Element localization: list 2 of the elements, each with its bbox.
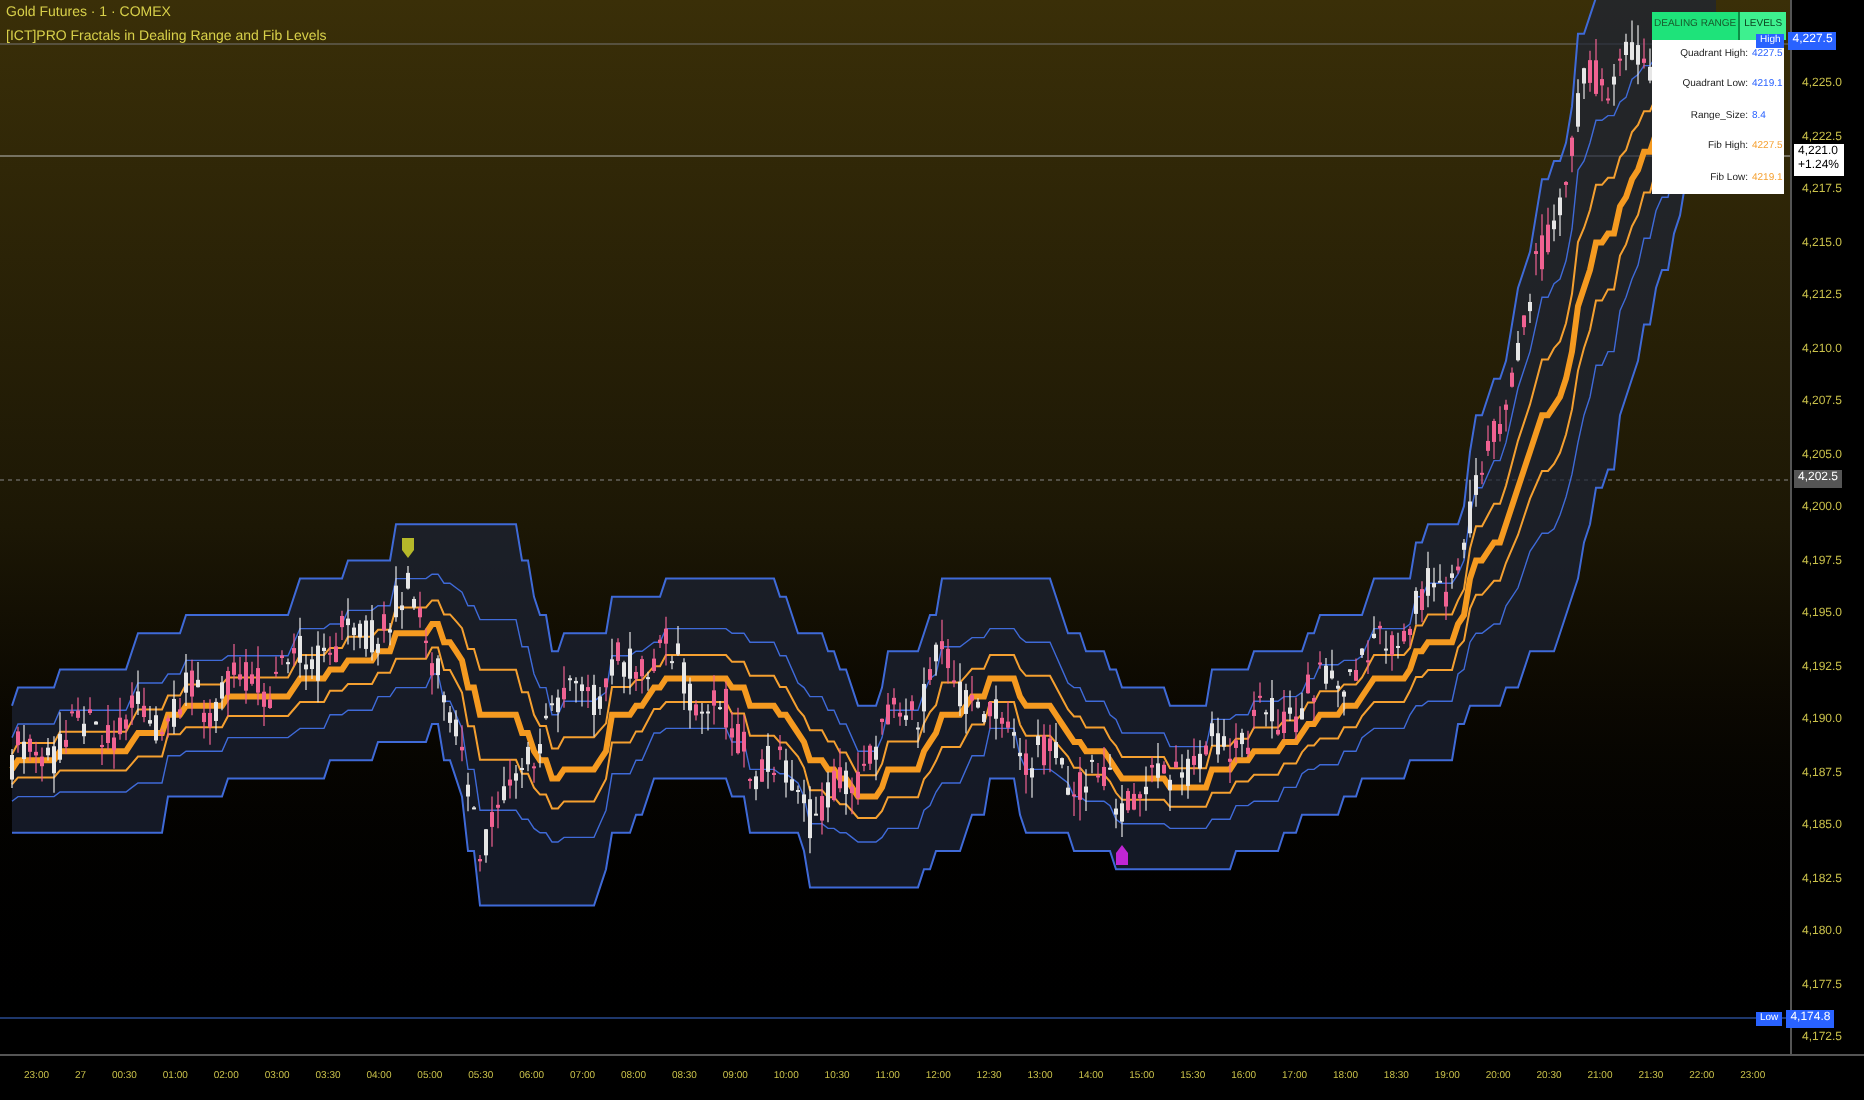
fractal-low-marker <box>1116 845 1128 865</box>
fractal-high-marker <box>402 538 414 559</box>
